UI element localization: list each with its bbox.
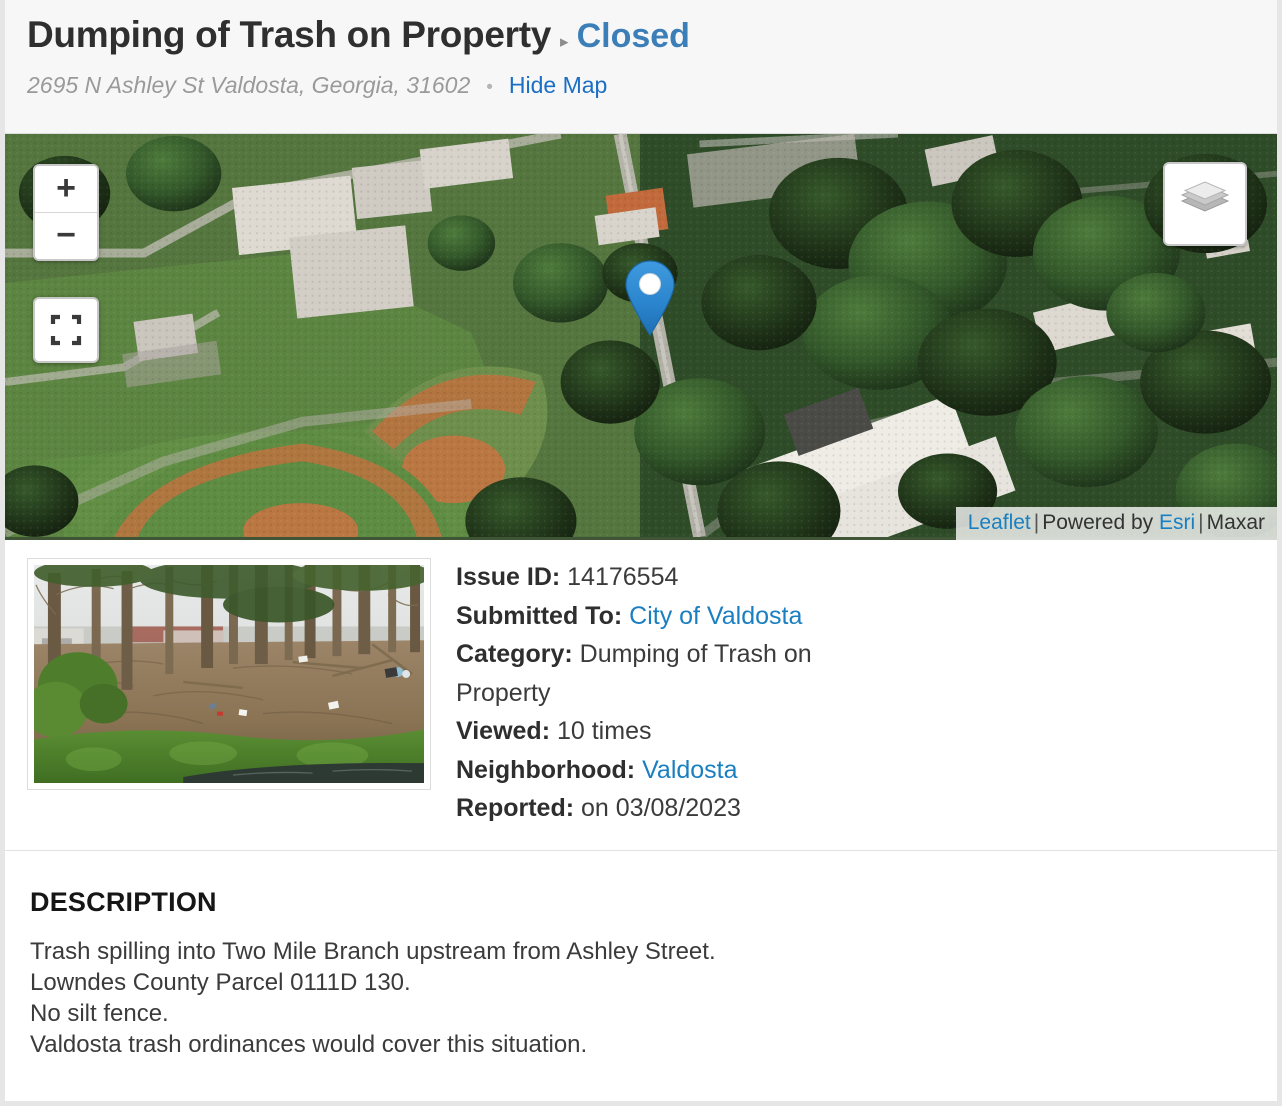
- map-attribution: Leaflet | Powered by Esri | Maxar: [955, 507, 1277, 540]
- issue-photo: [34, 565, 424, 783]
- attribution-separator-2: |: [1198, 511, 1204, 534]
- map-layers-button[interactable]: [1163, 162, 1247, 246]
- issue-photo-thumbnail[interactable]: [27, 558, 431, 790]
- meta-value-reported: on 03/08/2023: [581, 794, 741, 822]
- issue-detail-page: Dumping of Trash on Property ▸ Closed 26…: [0, 0, 1282, 1106]
- fullscreen-button[interactable]: [33, 297, 99, 363]
- meta-row-issue-id: Issue ID: 14176554: [456, 558, 876, 597]
- meta-row-category: Category: Dumping of Trash on Property: [456, 635, 876, 712]
- attribution-separator-1: |: [1033, 511, 1040, 534]
- dot-separator-icon: •: [486, 77, 493, 98]
- meta-label-submitted-to: Submitted To:: [456, 601, 623, 630]
- attribution-powered-by: Powered by: [1042, 511, 1154, 534]
- meta-label-neighborhood: Neighborhood:: [456, 755, 636, 784]
- meta-label-reported: Reported:: [456, 794, 575, 822]
- meta-label-viewed: Viewed:: [456, 717, 551, 745]
- meta-row-neighborhood: Neighborhood: Valdosta: [456, 751, 876, 790]
- fullscreen-icon: [50, 314, 82, 346]
- meta-value-neighborhood[interactable]: Valdosta: [642, 756, 737, 784]
- attribution-maxar: Maxar: [1206, 511, 1265, 534]
- leaflet-link[interactable]: Leaflet: [968, 511, 1031, 534]
- description-section: DESCRIPTION Trash spilling into Two Mile…: [5, 851, 1277, 1060]
- page-title: Dumping of Trash on Property: [27, 14, 552, 55]
- subtitle-row: 2695 N Ashley St Valdosta, Georgia, 3160…: [27, 72, 1277, 99]
- issue-details-section: Issue ID: 14176554 Submitted To: City of…: [5, 540, 1277, 851]
- esri-link[interactable]: Esri: [1159, 511, 1195, 534]
- meta-row-submitted-to: Submitted To: City of Valdosta: [456, 597, 876, 636]
- meta-row-reported: Reported: on 03/08/2023: [456, 789, 876, 828]
- meta-row-viewed: Viewed: 10 times: [456, 712, 876, 751]
- zoom-out-button[interactable]: −: [35, 212, 97, 259]
- issue-photo-image: [34, 565, 424, 783]
- map-container[interactable]: + − Leaflet | Powered by Esri | Maxar: [5, 134, 1277, 540]
- map-pin-icon[interactable]: [623, 260, 677, 336]
- status-badge[interactable]: Closed: [577, 17, 690, 56]
- title-separator-icon: ▸: [560, 32, 569, 51]
- map-zoom-control[interactable]: + −: [33, 164, 99, 261]
- meta-value-submitted-to[interactable]: City of Valdosta: [629, 602, 802, 630]
- meta-label-issue-id: Issue ID:: [456, 563, 561, 591]
- meta-label-category: Category:: [456, 640, 573, 668]
- description-body: Trash spilling into Two Mile Branch upst…: [30, 937, 716, 1058]
- hide-map-link[interactable]: Hide Map: [509, 72, 607, 99]
- meta-value-viewed: 10 times: [556, 717, 652, 745]
- description-heading: DESCRIPTION: [30, 886, 217, 917]
- issue-address: 2695 N Ashley St Valdosta, Georgia, 3160…: [27, 72, 471, 98]
- issue-header: Dumping of Trash on Property ▸ Closed 26…: [5, 0, 1277, 134]
- zoom-in-button[interactable]: +: [35, 166, 97, 212]
- issue-meta-list: Issue ID: 14176554 Submitted To: City of…: [456, 558, 876, 828]
- title-row: Dumping of Trash on Property ▸ Closed: [27, 14, 1277, 56]
- meta-value-issue-id: 14176554: [567, 563, 679, 591]
- layers-icon: [1180, 181, 1230, 212]
